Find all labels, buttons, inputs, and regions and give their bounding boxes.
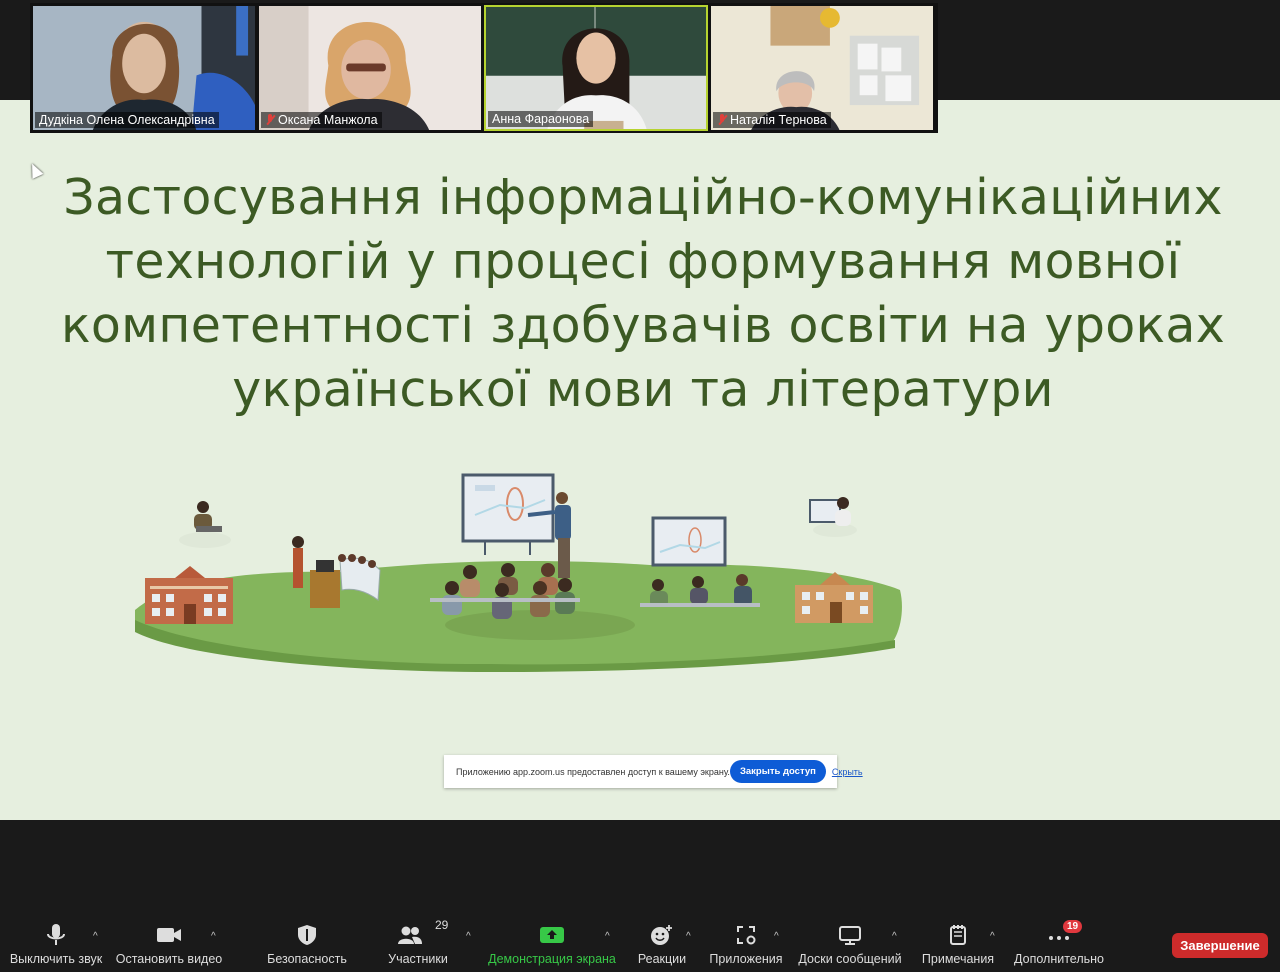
- reactions-button[interactable]: Реакции: [636, 918, 688, 972]
- more-notification-badge: 19: [1063, 920, 1083, 933]
- security-button[interactable]: Безопасность: [267, 918, 347, 972]
- participant-name-2: Оксана Манжола: [278, 113, 378, 127]
- participant-name-tag-2: Оксана Манжола: [261, 112, 382, 128]
- video-tile-2[interactable]: Оксана Манжола: [258, 5, 482, 131]
- whiteboards-options-chevron-icon[interactable]: ^: [892, 931, 897, 942]
- screen-share-notice: Приложению app.zoom.us предоставлен дост…: [444, 755, 863, 788]
- notes-icon: [948, 918, 968, 952]
- participant-name-1: Дудкіна Олена Олександрівна: [39, 113, 215, 127]
- participants-options-chevron-icon[interactable]: ^: [466, 931, 471, 942]
- classroom-illustration: [135, 473, 902, 672]
- whiteboards-button[interactable]: Доски сообщений: [797, 918, 903, 972]
- slide-title-line-1: Застосування інформаційно-комунікаційних: [63, 169, 1223, 226]
- apps-label: Приложения: [709, 952, 783, 966]
- participants-label: Участники: [388, 952, 448, 966]
- video-tile-4[interactable]: Наталія Тернова: [710, 5, 934, 131]
- video-options-chevron-icon[interactable]: ^: [211, 931, 216, 942]
- muted-mic-icon: [717, 114, 727, 126]
- more-label: Дополнительно: [1014, 952, 1104, 966]
- security-label: Безопасность: [267, 952, 347, 966]
- hide-notice-link[interactable]: Скрыть: [832, 767, 863, 777]
- school-building-left: [145, 566, 233, 624]
- reactions-options-chevron-icon[interactable]: ^: [686, 931, 691, 942]
- slide-title-line-4: української мови та літератури: [232, 361, 1054, 418]
- stop-sharing-button[interactable]: Закрыть доступ: [729, 760, 826, 783]
- meeting-toolbar: Выключить звук ^ Остановить видео ^ Безо…: [0, 918, 1280, 972]
- mute-button[interactable]: Выключить звук: [10, 918, 102, 972]
- apps-button[interactable]: Приложения: [708, 918, 784, 972]
- mute-label: Выключить звук: [9, 952, 103, 966]
- microphone-icon: [45, 918, 67, 952]
- video-strip: Дудкіна Олена Олександрівна Оксана Манжо…: [30, 3, 938, 133]
- more-button[interactable]: 19 Дополнительно: [1012, 918, 1106, 972]
- share-screen-button[interactable]: Демонстрация экрана: [488, 918, 616, 972]
- shield-icon: [297, 918, 317, 952]
- reactions-label: Реакции: [637, 952, 687, 966]
- remote-student-screen: [809, 497, 857, 537]
- video-camera-icon: [156, 918, 182, 952]
- participants-icon: 29: [398, 918, 448, 952]
- teacher-with-laptop: [179, 501, 231, 548]
- more-dots-icon: 19: [1047, 918, 1083, 952]
- participant-name-3: Анна Фараонова: [492, 112, 590, 126]
- audio-options-chevron-icon[interactable]: ^: [93, 931, 98, 942]
- share-notice-text: Приложению app.zoom.us предоставлен дост…: [456, 766, 730, 777]
- shared-slide: Застосування інформаційно-комунікаційних…: [0, 100, 1280, 820]
- participant-name-tag-4: Наталія Тернова: [713, 112, 831, 128]
- participant-name-tag-1: Дудкіна Олена Олександрівна: [35, 112, 219, 128]
- smile-icon: [650, 918, 674, 952]
- whiteboards-label: Доски сообщений: [798, 952, 902, 966]
- notes-label: Примечания: [921, 952, 995, 966]
- small-whiteboard-classroom: [640, 516, 760, 607]
- participant-name-tag-3: Анна Фараонова: [488, 111, 594, 127]
- participants-count: 29: [435, 918, 449, 932]
- notes-options-chevron-icon[interactable]: ^: [990, 931, 995, 942]
- apps-icon: [735, 918, 757, 952]
- participants-button[interactable]: 29 Участники: [388, 918, 448, 972]
- slide-title-line-2: технологій у процесі формування мовної: [105, 233, 1181, 290]
- video-tile-1[interactable]: Дудкіна Олена Олександрівна: [32, 5, 256, 131]
- end-meeting-button[interactable]: Завершение: [1172, 933, 1268, 958]
- slide-title: Застосування інформаційно-комунікаційних…: [60, 166, 1226, 422]
- video-tile-3[interactable]: Анна Фараонова: [484, 5, 708, 131]
- apps-options-chevron-icon[interactable]: ^: [774, 931, 779, 942]
- share-screen-icon: [539, 918, 565, 952]
- share-options-chevron-icon[interactable]: ^: [605, 931, 610, 942]
- muted-mic-icon: [265, 114, 275, 126]
- participant-name-4: Наталія Тернова: [730, 113, 827, 127]
- video-label: Остановить видео: [115, 952, 223, 966]
- whiteboard-icon: [838, 918, 862, 952]
- notes-button[interactable]: Примечания: [920, 918, 996, 972]
- share-screen-label: Демонстрация экрана: [488, 952, 616, 966]
- slide-title-line-3: компетентності здобувачів освіти на урок…: [60, 297, 1226, 354]
- stop-video-button[interactable]: Остановить видео: [115, 918, 223, 972]
